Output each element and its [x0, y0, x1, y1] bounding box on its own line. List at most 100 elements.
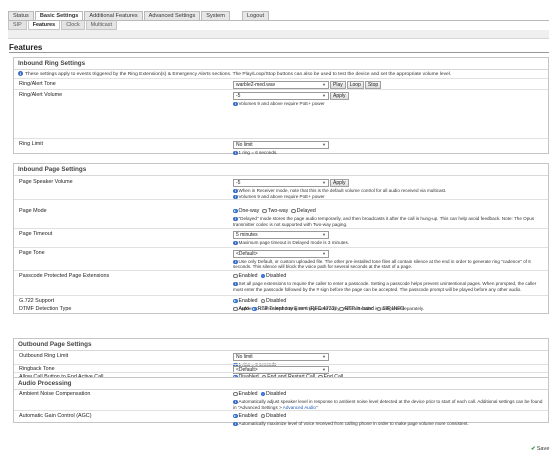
passcode-control: Enabled Disabled i Set all page extensions…	[233, 273, 543, 292]
selected-value: <Default>	[236, 251, 258, 257]
info-icon: i	[233, 281, 238, 287]
help-text: i Use only Default, or custom uploaded fi…	[233, 259, 543, 270]
radio-agc-enabled[interactable]: Enabled	[233, 413, 258, 419]
noise-compensation-control: Enabled Disabled i Automatically adjust sp…	[233, 391, 543, 410]
radio-noise-disabled[interactable]: Disabled	[260, 391, 286, 397]
section-title: Audio Processing	[18, 380, 72, 387]
field-label: Ring Limit	[19, 141, 43, 147]
save-button[interactable]: ✔Save	[531, 446, 549, 453]
apply-button[interactable]: Apply	[330, 92, 349, 100]
agc-control: Enabled Disabled i Automatically maximize …	[233, 413, 543, 427]
help-text: i Automatically adjust speaker level in r…	[233, 399, 543, 410]
radio-label: Auto	[238, 306, 250, 312]
ring-volume-control: -5 ▼ Apply i Volumes 9 and above require Po…	[233, 92, 543, 107]
subtab-sip[interactable]: SIP	[8, 21, 27, 30]
ring-volume-row: Ring/Alert Volume -5 ▼ Apply i Volumes 9 an…	[14, 89, 548, 114]
radio-label: Enabled	[238, 298, 258, 304]
inbound-page-section: Inbound Page Settings Page Speaker Volum…	[13, 163, 549, 314]
radio-label: Enabled	[238, 391, 258, 397]
radio-agc-disabled[interactable]: Disabled	[260, 413, 287, 419]
info-icon: i	[18, 71, 23, 76]
radio-one-way[interactable]: One-way	[233, 208, 259, 214]
radio-indicator	[233, 306, 238, 312]
subtab-features[interactable]: Features	[27, 21, 61, 30]
radio-label: One-way	[238, 208, 260, 214]
subtab-multicast[interactable]: Multicast	[85, 21, 117, 30]
sub-tab-bar: SIP Features Clock Multicast	[8, 21, 117, 30]
field-label: Page Timeout	[19, 231, 53, 237]
radio-indicator	[260, 273, 266, 279]
help-content: Volumes 9 and above require PoE+ power	[238, 101, 325, 106]
speaker-volume-select[interactable]: -5 ▼	[233, 179, 329, 187]
info-icon: i	[233, 421, 238, 427]
help-content: 1 ring = 6 seconds.	[238, 150, 278, 155]
radio-noise-enabled[interactable]: Enabled	[233, 391, 258, 397]
speaker-volume-row: Page Speaker Volume -5 ▼ Apply i When in Re…	[14, 177, 548, 200]
apply-button[interactable]: Apply	[330, 179, 349, 187]
info-icon: i	[233, 101, 238, 107]
info-icon: i	[233, 150, 238, 156]
selected-value: No limit	[236, 354, 253, 360]
help-text: i Maximum page timeout in Delayed mode is…	[233, 240, 543, 246]
page-tone-select[interactable]: <Default> ▼	[233, 250, 329, 258]
page-timeout-select[interactable]: 5 minutes ▼	[233, 231, 329, 239]
radio-dtmf-sip-info[interactable]: SIP INFO	[376, 306, 404, 312]
radio-label: Delayed	[296, 208, 316, 214]
ring-tone-select[interactable]: warble2-med.wav ▼	[233, 81, 329, 89]
help-text: i Set all page extensions to require the …	[233, 281, 543, 292]
radio-passcode-disabled[interactable]: Disabled	[260, 273, 287, 279]
subtab-clock[interactable]: Clock	[61, 21, 85, 30]
radio-indicator	[233, 298, 238, 304]
stop-button[interactable]: Stop	[364, 81, 382, 89]
chevron-down-icon: ▼	[322, 93, 326, 98]
help-content: Automatically maximize level of voice re…	[238, 421, 469, 427]
subtab-underbar	[8, 30, 549, 39]
radio-indicator	[233, 413, 238, 419]
info-icon: i	[233, 240, 238, 246]
radio-g722-disabled[interactable]: Disabled	[260, 298, 286, 304]
radio-g722-enabled[interactable]: Enabled	[233, 298, 258, 304]
radio-passcode-enabled[interactable]: Enabled	[233, 273, 258, 279]
radio-label: RTP Telephony Event (RFC 4733)	[257, 306, 337, 312]
field-label: Outbound Ring Limit	[19, 353, 69, 359]
radio-label: Disabled	[266, 273, 287, 279]
info-icon: i	[233, 399, 238, 405]
help-text: i Automatically maximize level of voice r…	[233, 421, 543, 427]
help-content: When in Receiver mode, note that this is…	[238, 188, 447, 193]
info-icon: i	[233, 259, 238, 265]
info-icon: i	[233, 216, 238, 222]
radio-indicator	[233, 273, 238, 279]
play-button[interactable]: Play	[330, 81, 346, 89]
radio-two-way[interactable]: Two-way	[262, 208, 288, 214]
inbound-ring-section: Inbound Ring Settings i These settings ap…	[13, 57, 549, 156]
advanced-audio-link[interactable]: Advanced Audio	[283, 405, 316, 410]
chevron-down-icon: ▼	[322, 180, 326, 185]
ring-limit-select[interactable]: No limit ▼	[233, 141, 329, 149]
selected-value: -5	[236, 93, 241, 99]
save-label: Save	[536, 446, 550, 452]
section-title: Inbound Page Settings	[18, 166, 87, 173]
ring-volume-select[interactable]: -5 ▼	[233, 92, 329, 100]
section-divider	[14, 69, 548, 70]
radio-dtmf-rtp-inband[interactable]: RTP In-band	[339, 306, 374, 312]
radio-indicator	[260, 298, 266, 304]
radio-delayed[interactable]: Delayed	[291, 208, 316, 214]
chevron-down-icon: ▼	[322, 354, 326, 359]
radio-indicator	[262, 208, 267, 214]
radio-dtmf-auto[interactable]: Auto	[233, 306, 249, 312]
chevron-down-icon: ▼	[322, 251, 326, 256]
radio-label: Disabled	[266, 413, 287, 419]
help-content: Use only Default, or custom uploaded fil…	[233, 259, 531, 270]
radio-dtmf-rtp-event[interactable]: RTP Telephony Event (RFC 4733)	[252, 306, 336, 312]
loop-button[interactable]: Loop	[346, 81, 364, 89]
help-text: i "Delayed" mode stores the page audio te…	[233, 216, 543, 227]
help-text: i When in Receiver mode, note that this i…	[233, 188, 543, 194]
section-divider	[14, 175, 548, 176]
inbound-ring-note: i These settings apply to events triggere…	[18, 71, 542, 77]
field-label: Page Speaker Volume	[19, 179, 73, 185]
help-content: Set all page extensions to require the c…	[233, 281, 537, 292]
section-title: Outbound Page Settings	[18, 341, 92, 348]
help-content: Automatically adjust speaker level in re…	[233, 399, 543, 410]
outbound-ring-limit-select[interactable]: No limit ▼	[233, 353, 329, 361]
dtmf-control: Auto RTP Telephony Event (RFC 4733) RTP In…	[233, 306, 543, 313]
